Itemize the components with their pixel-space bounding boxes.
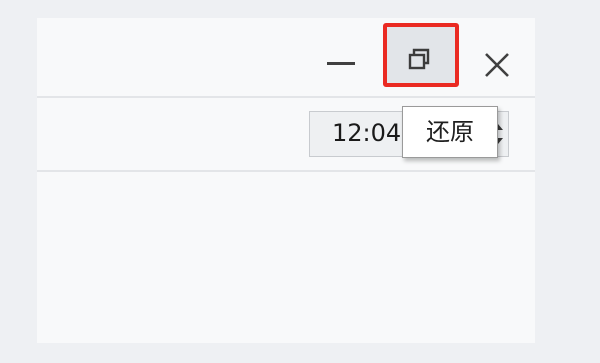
titlebar-divider	[37, 96, 535, 98]
app-window: 12:04	[37, 18, 535, 343]
close-button[interactable]	[459, 25, 535, 89]
time-value: 12:04	[332, 119, 402, 147]
toolbar-divider	[37, 170, 535, 172]
title-bar	[37, 18, 535, 97]
close-icon	[485, 53, 509, 77]
minimize-button[interactable]	[303, 25, 379, 89]
minimize-icon	[327, 62, 355, 65]
restore-button[interactable]	[383, 23, 459, 87]
restore-tooltip: 还原	[402, 106, 498, 158]
restore-icon	[408, 48, 430, 70]
